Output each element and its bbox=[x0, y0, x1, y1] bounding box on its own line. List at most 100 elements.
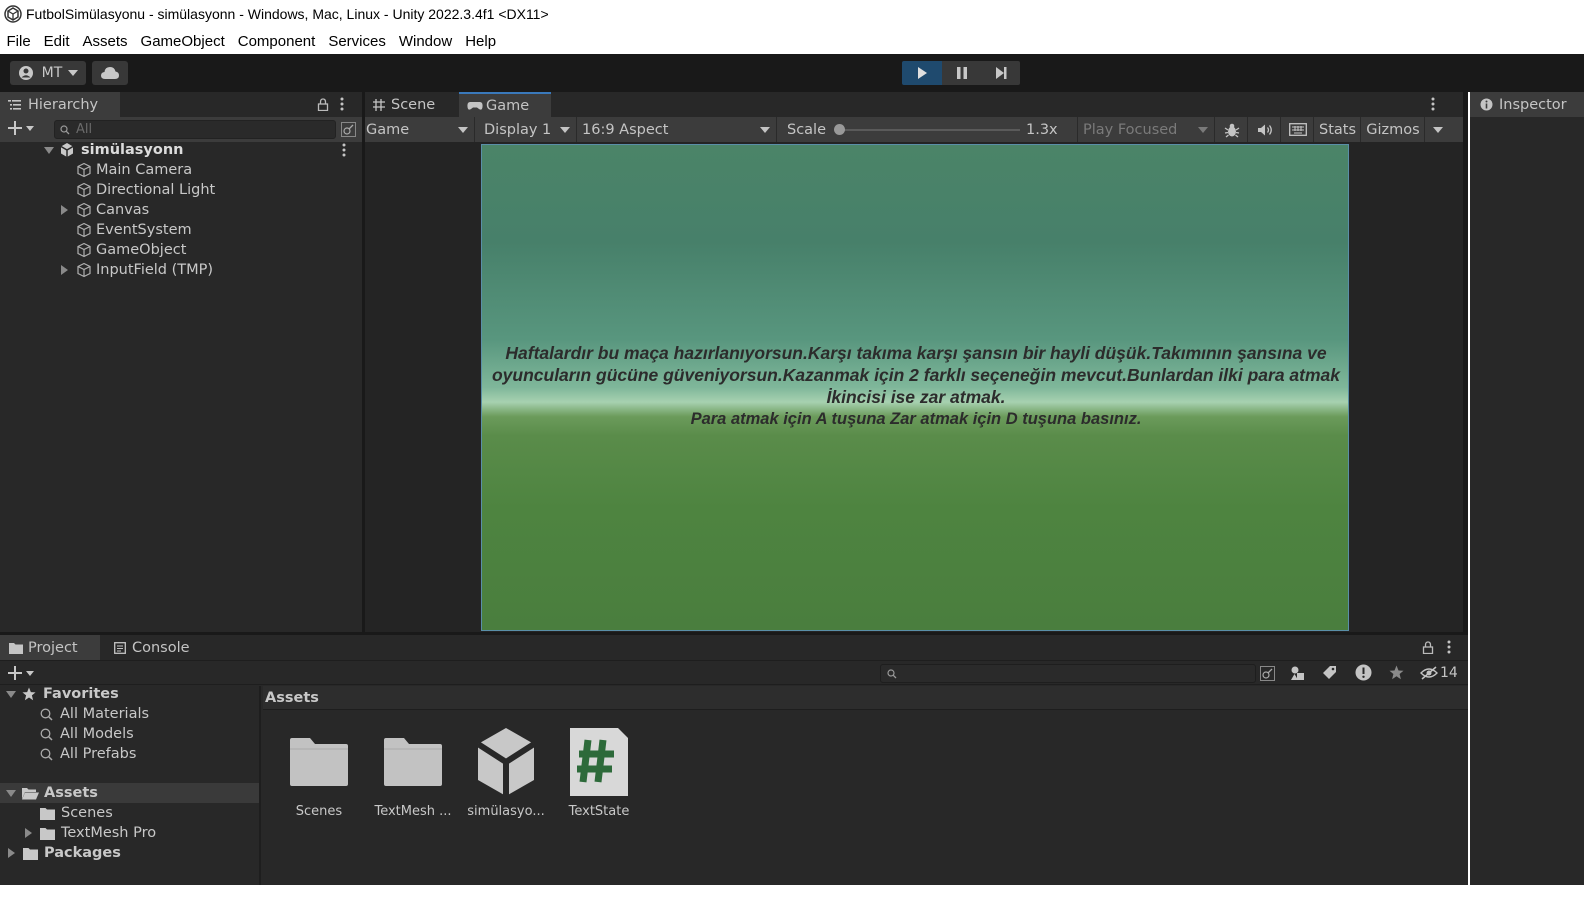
expand-arrow-icon[interactable] bbox=[61, 205, 68, 215]
favorite-item[interactable]: All Models bbox=[0, 724, 259, 744]
play-button[interactable] bbox=[902, 61, 942, 85]
lock-icon[interactable] bbox=[317, 98, 329, 111]
hierarchy-search-input[interactable]: All bbox=[54, 120, 336, 139]
expand-arrow-icon[interactable] bbox=[61, 265, 68, 275]
expand-arrow-icon[interactable] bbox=[44, 146, 54, 154]
scale-label: Scale bbox=[787, 121, 827, 138]
list-icon bbox=[8, 99, 21, 110]
scale-value: 1.3x bbox=[1026, 121, 1058, 138]
gizmos-button[interactable]: Gizmos bbox=[1362, 117, 1425, 142]
hierarchy-item[interactable]: GameObject bbox=[0, 240, 362, 260]
expand-arrow-icon[interactable] bbox=[8, 848, 15, 858]
menu-services[interactable]: Services bbox=[322, 33, 393, 50]
project-search-input[interactable] bbox=[880, 664, 1256, 683]
asset-label: TextState bbox=[568, 804, 630, 819]
favorites-row[interactable]: Favorites bbox=[0, 684, 259, 704]
menu-window[interactable]: Window bbox=[392, 33, 458, 50]
hierarchy-item-label: GameObject bbox=[96, 242, 187, 258]
favorite-star-icon[interactable] bbox=[1389, 665, 1404, 680]
hierarchy-item[interactable]: InputField (TMP) bbox=[0, 260, 362, 280]
tab-inspector-label: Inspector bbox=[1499, 96, 1567, 113]
kebab-menu-icon[interactable] bbox=[1431, 97, 1435, 111]
display-dropdown[interactable]: Display 1 bbox=[476, 117, 577, 142]
shortcuts-button[interactable] bbox=[1282, 117, 1314, 142]
scale-slider-handle[interactable] bbox=[834, 124, 845, 135]
tab-game[interactable]: Game bbox=[459, 92, 551, 117]
cloud-button[interactable] bbox=[92, 61, 128, 85]
pause-button[interactable] bbox=[942, 61, 982, 85]
scene-row[interactable]: simülasyonn bbox=[0, 140, 362, 160]
mute-audio-button[interactable] bbox=[1249, 117, 1281, 142]
menu-edit[interactable]: Edit bbox=[37, 33, 76, 50]
kebab-menu-icon[interactable] bbox=[342, 143, 346, 157]
lock-icon[interactable] bbox=[1422, 641, 1434, 654]
gizmos-dropdown[interactable] bbox=[1425, 117, 1449, 142]
hierarchy-tabstrip: Hierarchy bbox=[0, 92, 362, 117]
menu-help[interactable]: Help bbox=[459, 33, 503, 50]
asset-tile[interactable]: Scenes bbox=[279, 726, 359, 819]
filter-by-type-icon[interactable] bbox=[1290, 665, 1306, 681]
plus-icon bbox=[8, 666, 22, 680]
label-tag-icon[interactable] bbox=[1322, 665, 1337, 680]
folder-row[interactable]: TextMesh Pro bbox=[0, 823, 259, 843]
expand-arrow-icon[interactable] bbox=[6, 690, 16, 698]
game-text-line-2: oyuncuların gücüne güveniyorsun.Kazanmak… bbox=[491, 365, 1341, 385]
asset-tile[interactable]: simülasyo... bbox=[466, 726, 546, 819]
scale-slider[interactable] bbox=[840, 129, 1020, 131]
step-button[interactable] bbox=[982, 61, 1020, 85]
create-button[interactable] bbox=[8, 121, 34, 135]
tab-project[interactable]: Project bbox=[0, 635, 100, 660]
speaker-icon bbox=[1257, 124, 1272, 135]
account-dropdown[interactable]: MT bbox=[10, 61, 86, 85]
hierarchy-item[interactable]: EventSystem bbox=[0, 220, 362, 240]
favorite-item[interactable]: All Materials bbox=[0, 704, 259, 724]
debug-button[interactable] bbox=[1216, 117, 1248, 142]
window-title: FutbolSimülasyonu - simülasyonn - Window… bbox=[26, 6, 549, 22]
assets-root-row[interactable]: Assets bbox=[0, 783, 259, 803]
tab-scene[interactable]: Scene bbox=[365, 92, 459, 117]
hidden-packages-toggle[interactable]: 14 bbox=[1420, 665, 1458, 681]
hierarchy-item[interactable]: Main Camera bbox=[0, 160, 362, 180]
folder-icon bbox=[290, 738, 348, 786]
hierarchy-search-placeholder: All bbox=[76, 122, 93, 137]
hierarchy-item[interactable]: Canvas bbox=[0, 200, 362, 220]
hierarchy-item[interactable]: Directional Light bbox=[0, 180, 362, 200]
play-focus-dropdown[interactable]: Play Focused bbox=[1079, 117, 1215, 142]
kebab-menu-icon[interactable] bbox=[340, 97, 344, 111]
search-options-icon[interactable] bbox=[1260, 666, 1275, 681]
packages-row[interactable]: Packages bbox=[0, 843, 259, 863]
folder-row[interactable]: Scenes bbox=[0, 803, 259, 823]
kebab-menu-icon[interactable] bbox=[1447, 640, 1451, 654]
warning-filter-icon[interactable] bbox=[1355, 664, 1372, 681]
search-icon bbox=[887, 668, 897, 678]
asset-tile[interactable]: TextState bbox=[559, 726, 639, 819]
folder-icon bbox=[40, 827, 55, 840]
asset-tile[interactable]: TextMesh ... bbox=[373, 726, 453, 819]
main-toolbar: MT bbox=[0, 54, 1584, 92]
project-create-button[interactable] bbox=[8, 666, 34, 680]
gameobject-cube-icon bbox=[77, 162, 91, 178]
game-viewport[interactable]: Haftalardır bu maça hazırlanıyorsun.Karş… bbox=[481, 144, 1349, 631]
game-mode-dropdown[interactable]: Game bbox=[365, 117, 475, 142]
favorite-item-label: All Models bbox=[60, 726, 134, 742]
menu-assets[interactable]: Assets bbox=[76, 33, 134, 50]
aspect-dropdown[interactable]: 16:9 Aspect bbox=[578, 117, 777, 142]
tab-console[interactable]: Console bbox=[100, 635, 200, 660]
menu-gameobject[interactable]: GameObject bbox=[134, 33, 231, 50]
gizmos-label: Gizmos bbox=[1366, 121, 1420, 138]
stats-button[interactable]: Stats bbox=[1315, 117, 1361, 142]
menu-component[interactable]: Component bbox=[231, 33, 322, 50]
cloud-icon bbox=[101, 67, 119, 79]
breadcrumb-assets[interactable]: Assets bbox=[265, 690, 319, 706]
aspect-label: 16:9 Aspect bbox=[582, 121, 669, 138]
tab-hierarchy[interactable]: Hierarchy bbox=[0, 92, 120, 117]
favorite-item[interactable]: All Prefabs bbox=[0, 744, 259, 764]
menu-file[interactable]: File bbox=[0, 33, 37, 50]
hierarchy-item-label: Main Camera bbox=[96, 162, 193, 178]
eye-slash-icon bbox=[1420, 666, 1438, 680]
scene-name: simülasyonn bbox=[81, 142, 184, 158]
tab-inspector[interactable]: Inspector bbox=[1470, 92, 1584, 117]
search-options-icon[interactable] bbox=[341, 122, 356, 137]
expand-arrow-icon[interactable] bbox=[25, 828, 32, 838]
expand-arrow-icon[interactable] bbox=[6, 789, 16, 797]
